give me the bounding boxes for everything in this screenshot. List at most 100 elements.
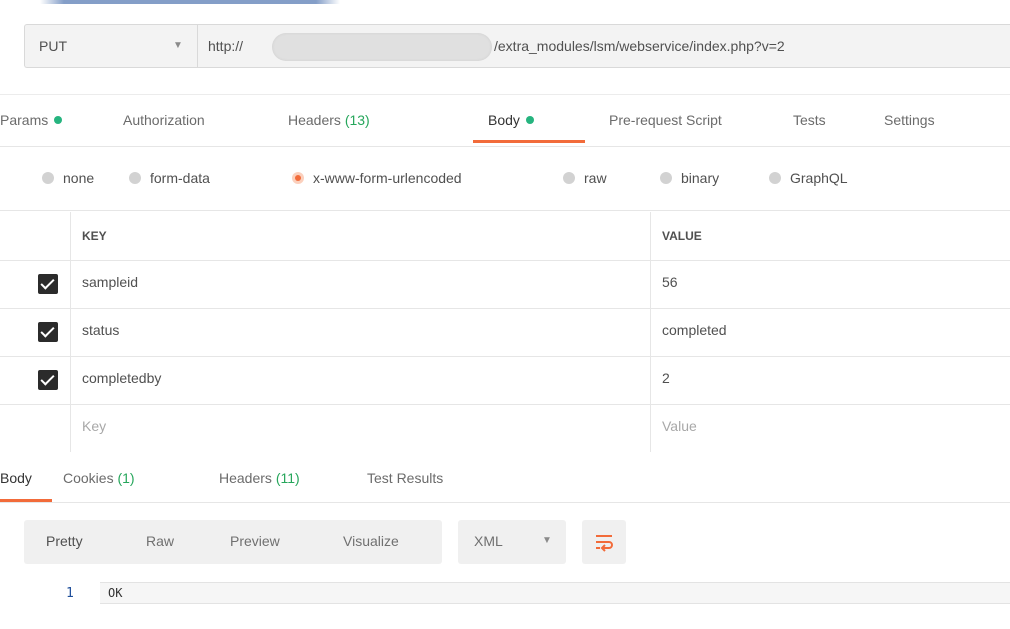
chevron-down-icon: ▼ [542,535,552,546]
tab-authorization-label: Authorization [123,112,205,128]
params-indicator-dot [54,116,63,124]
column-divider [650,308,651,356]
wrap-lines-button[interactable] [582,520,626,564]
new-value-input[interactable]: Value [662,418,697,434]
tab-headers[interactable]: Headers (13) [288,112,370,128]
active-tab-underline [473,140,585,143]
tab-tests[interactable]: Tests [793,112,826,128]
raw-button[interactable]: Raw [146,533,174,549]
pretty-button[interactable]: Pretty [46,533,83,549]
table-row: status completed [0,308,1010,357]
body-type-binary-label: binary [681,170,720,186]
response-toolbar: Pretty Raw Preview Visualize XML ▼ [0,502,1010,582]
new-param-row: Key Value [0,404,1010,452]
method-select[interactable]: PUT ▼ [24,24,197,68]
response-tab-headers[interactable]: Headers (11) [219,470,300,486]
body-type-urlencoded-label: x-www-form-urlencoded [313,170,462,186]
tab-settings-label: Settings [884,112,935,128]
response-output: 1 OK [0,582,1010,606]
tab-pre-request-script[interactable]: Pre-request Script [609,112,722,128]
body-type-graphql-label: GraphQL [790,170,848,186]
radio-icon [129,172,141,184]
column-divider [650,356,651,404]
line-number: 1 [66,586,74,601]
row-checkbox[interactable] [38,322,58,342]
tab-params[interactable]: Params [0,112,63,128]
preview-button[interactable]: Preview [230,533,280,549]
body-type-raw-label: raw [584,170,607,186]
checkbox-cell [0,260,71,308]
url-prefix: http:// [208,38,244,54]
top-strip [0,0,1010,8]
value-cell[interactable]: 56 [662,274,678,290]
row-checkbox[interactable] [38,370,58,390]
response-headers-count: (11) [275,470,300,486]
checkbox-cell [0,356,71,404]
tab-params-label: Params [0,112,49,128]
params-table: KEY VALUE sampleid 56 status completed c… [0,212,1010,454]
response-tab-cookies[interactable]: Cookies (1) [63,470,135,486]
column-divider [650,212,651,260]
table-row: sampleid 56 [0,260,1010,309]
body-type-raw[interactable]: raw [563,170,607,186]
key-cell[interactable]: completedby [82,370,161,386]
radio-icon [42,172,54,184]
tab-settings[interactable]: Settings [884,112,935,128]
column-divider [650,260,651,308]
body-type-none[interactable]: none [42,170,94,186]
method-label: PUT [39,38,67,54]
cropped-heading-fragment [40,0,340,4]
radio-icon [660,172,672,184]
chevron-down-icon: ▼ [173,40,183,51]
table-row: completedby 2 [0,356,1010,405]
headers-count: (13) [344,112,370,128]
table-header-row: KEY VALUE [0,212,1010,261]
key-cell[interactable]: status [82,322,119,338]
url-path: /extra_modules/lsm/webservice/index.php?… [494,38,785,54]
body-type-options: none form-data x-www-form-urlencoded raw… [0,148,1010,211]
value-cell[interactable]: completed [662,322,727,338]
body-type-binary[interactable]: binary [660,170,719,186]
tab-pre-request-script-label: Pre-request Script [609,112,722,128]
response-tab-test-results[interactable]: Test Results [367,470,443,486]
key-column-header: KEY [82,229,107,243]
format-button-group: Pretty Raw Preview Visualize [24,520,442,564]
body-type-form-data[interactable]: form-data [129,170,210,186]
value-cell[interactable]: 2 [662,370,670,386]
radio-icon [769,172,781,184]
body-type-form-data-label: form-data [150,170,210,186]
column-divider [650,404,651,452]
checkbox-cell [0,404,71,452]
body-type-none-label: none [63,170,95,186]
response-text: OK [108,586,123,600]
body-type-urlencoded[interactable]: x-www-form-urlencoded [292,170,462,186]
url-input[interactable]: http:// /extra_modules/lsm/webservice/in… [197,24,1010,68]
visualize-button[interactable]: Visualize [343,533,399,549]
tab-body-label: Body [488,112,520,128]
body-indicator-dot [525,116,534,124]
body-type-graphql[interactable]: GraphQL [769,170,848,186]
new-key-input[interactable]: Key [82,418,106,434]
language-select[interactable]: XML ▼ [458,520,566,564]
request-tabs: Params Authorization Headers (13) Body P… [0,96,1010,147]
request-bar: PUT ▼ http:// /extra_modules/lsm/webserv… [0,8,1010,95]
response-tab-cookies-label: Cookies [63,470,114,486]
radio-icon [563,172,575,184]
tab-body[interactable]: Body [488,112,534,128]
value-column-header: VALUE [662,229,702,243]
radio-selected-icon [292,172,304,184]
tab-tests-label: Tests [793,112,826,128]
language-label: XML [474,533,503,549]
tab-headers-label: Headers [288,112,341,128]
checkbox-column-header [0,212,71,260]
text-wrap-icon [596,535,613,552]
response-tab-headers-label: Headers [219,470,272,486]
response-tab-body[interactable]: Body [0,470,32,486]
tab-authorization[interactable]: Authorization [123,112,205,128]
key-cell[interactable]: sampleid [82,274,138,290]
cookies-count: (1) [117,470,135,486]
row-checkbox[interactable] [38,274,58,294]
redacted-host [272,33,492,61]
response-tabs: Body Cookies (1) Headers (11) Test Resul… [0,454,1010,503]
code-line: OK [100,582,1010,604]
